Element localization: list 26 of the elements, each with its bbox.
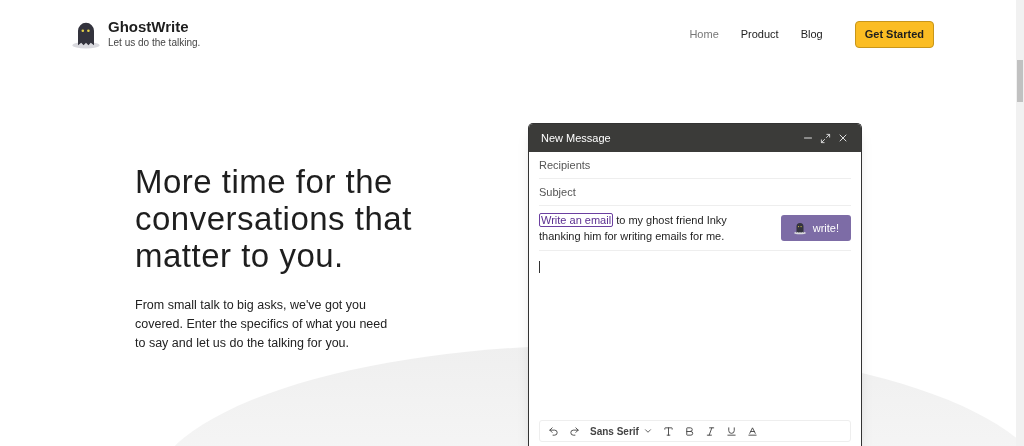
brand-tagline: Let us do the talking. [108,36,201,50]
bold-icon[interactable] [683,425,695,437]
text-size-icon[interactable] [662,425,674,437]
get-started-button[interactable]: Get Started [854,20,934,48]
brand-name: GhostWrite [108,18,190,36]
hero-heading: More time for the conversations that matter to you. [135,163,413,274]
italic-icon[interactable] [704,425,716,437]
nav-link[interactable]: Home [689,25,719,43]
expand-icon[interactable] [820,132,831,144]
subject-field[interactable]: Subject [539,179,851,206]
font-select[interactable]: Sans Serif [590,423,639,439]
text-cursor [539,261,540,273]
prompt-text: Write an email to my ghost friend Inky thanking him for writing emails for me. [539,212,728,244]
ghost-icon [792,221,807,235]
undo-icon[interactable] [548,425,559,437]
text-color-icon[interactable] [746,425,758,437]
caret-icon[interactable] [642,426,653,436]
underline-icon[interactable] [725,425,737,437]
close-icon[interactable] [837,132,849,144]
recipients-field[interactable]: Recipients [539,152,851,179]
nav-link[interactable]: Product [740,25,779,43]
redo-icon[interactable] [569,425,580,437]
nav-link[interactable]: Blog [800,25,823,43]
write-button[interactable]: write! [780,215,851,241]
compose-title: New Message [541,130,611,146]
hero-description: From small talk to big asks, we've got you covered. Enter the specifics of what you need to say and let us do the talking for you. [135,297,389,352]
